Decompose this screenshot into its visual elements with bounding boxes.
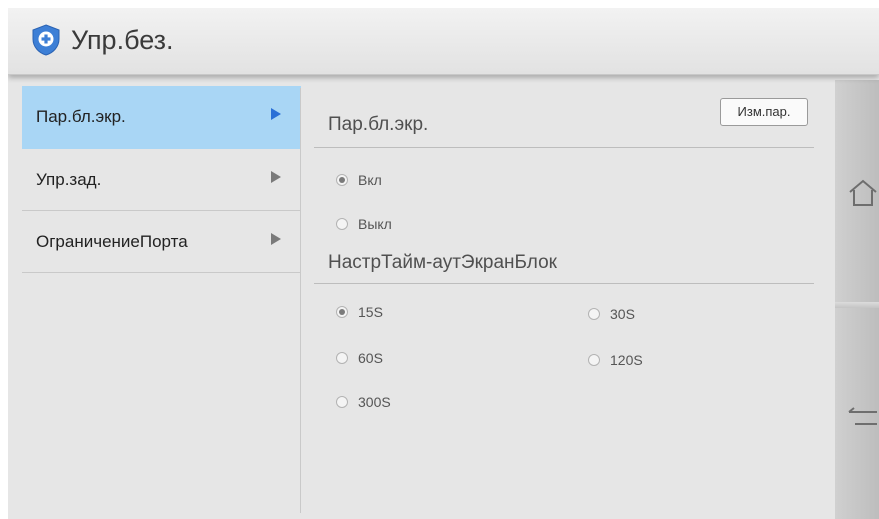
sidebar-item-label: ОграничениеПорта (36, 232, 188, 251)
sidebar-item-screen-lock[interactable]: Пар.бл.экр. (22, 86, 301, 149)
radio-label: Выкл (358, 216, 392, 232)
radio-button[interactable] (588, 354, 600, 366)
radio-button[interactable] (336, 352, 348, 364)
app-header: Упр.без. (8, 8, 879, 75)
back-icon[interactable] (847, 406, 879, 430)
radio-button[interactable] (336, 396, 348, 408)
timeout-15s-radio[interactable]: 15S (336, 304, 383, 320)
timeout-60s-radio[interactable]: 60S (336, 350, 383, 366)
timeout-30s-radio[interactable]: 30S (588, 306, 635, 322)
radio-button[interactable] (588, 308, 600, 320)
home-icon[interactable] (847, 178, 879, 208)
screen-lock-section-title: Пар.бл.экр. (328, 114, 429, 135)
rail-divider (835, 302, 879, 308)
right-nav-rail (835, 80, 879, 519)
radio-label: 15S (358, 304, 383, 320)
sidebar-item-label: Пар.бл.экр. (36, 107, 126, 126)
sidebar-item-port-restriction[interactable]: ОграничениеПорта (22, 211, 301, 273)
screen-lock-on-radio[interactable]: Вкл (336, 172, 382, 188)
radio-label: 60S (358, 350, 383, 366)
edit-settings-button[interactable]: Изм.пар. (720, 98, 808, 126)
panel-divider (300, 88, 301, 513)
section-divider (314, 147, 814, 148)
sidebar-item-label: Упр.зад. (36, 170, 102, 189)
screen-lock-off-radio[interactable]: Выкл (336, 216, 392, 232)
radio-button[interactable] (336, 306, 348, 318)
timeout-120s-radio[interactable]: 120S (588, 352, 643, 368)
timeout-300s-radio[interactable]: 300S (336, 394, 391, 410)
radio-label: 30S (610, 306, 635, 322)
radio-button[interactable] (336, 174, 348, 186)
radio-button[interactable] (336, 218, 348, 230)
radio-label: 300S (358, 394, 391, 410)
chevron-right-icon (271, 171, 281, 183)
sidebar: Пар.бл.экр. Упр.зад. ОграничениеПорта (22, 86, 301, 273)
chevron-right-icon (271, 108, 281, 120)
settings-panel: Пар.бл.экр. Изм.пар. Вкл Выкл НастрТайм-… (314, 86, 814, 506)
section-divider (314, 283, 814, 284)
chevron-right-icon (271, 233, 281, 245)
sidebar-item-task-management[interactable]: Упр.зад. (22, 149, 301, 211)
timeout-section-title: НастрТайм-аутЭкранБлок (328, 252, 557, 273)
app-window: Упр.без. Пар.бл.экр. Упр.зад. Ограничени… (8, 8, 879, 519)
shield-plus-icon (32, 24, 60, 56)
page-title: Упр.без. (71, 25, 174, 55)
radio-label: 120S (610, 352, 643, 368)
radio-label: Вкл (358, 172, 382, 188)
